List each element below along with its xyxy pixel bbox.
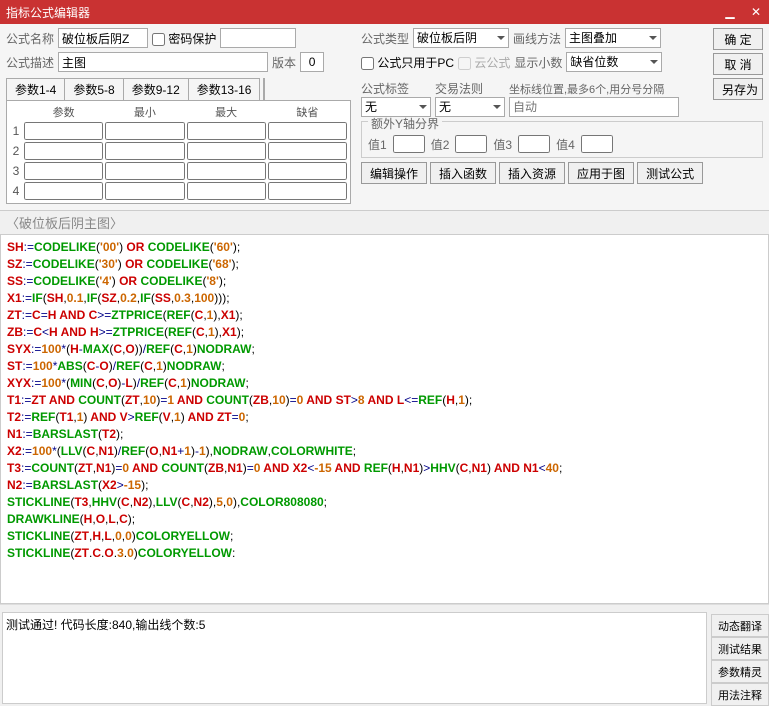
formula-desc-input[interactable] bbox=[58, 52, 268, 72]
y-value-1[interactable] bbox=[393, 135, 425, 153]
param-cell[interactable] bbox=[105, 162, 184, 180]
param-cell[interactable] bbox=[24, 162, 103, 180]
marker-pos-input[interactable] bbox=[509, 97, 679, 117]
test-formula-button[interactable]: 测试公式 bbox=[637, 162, 703, 184]
status-output: 测试通过! 代码长度:840,输出线个数:5 bbox=[2, 612, 707, 704]
label-extra-y: 额外Y轴分界 bbox=[368, 117, 442, 131]
param-cell[interactable] bbox=[24, 122, 103, 140]
label-formula-type: 公式类型 bbox=[361, 30, 409, 47]
y-value-3[interactable] bbox=[518, 135, 550, 153]
y-value-4[interactable] bbox=[581, 135, 613, 153]
label-show-decimal: 显示小数 bbox=[514, 54, 562, 71]
window-title: 指标公式编辑器 bbox=[6, 4, 90, 21]
tab-params-1-4[interactable]: 参数1-4 bbox=[6, 78, 65, 100]
param-cell[interactable] bbox=[187, 122, 266, 140]
param-cell[interactable] bbox=[187, 182, 266, 200]
label-formula-name: 公式名称 bbox=[6, 30, 54, 47]
extra-y-axis-group: 额外Y轴分界 值1 值2 值3 值4 bbox=[361, 121, 763, 158]
editor-header: 〈破位板后阴主图〉 bbox=[0, 211, 769, 234]
draw-method-select[interactable]: 主图叠加 bbox=[565, 28, 661, 48]
usage-note-button[interactable]: 用法注释 bbox=[711, 683, 769, 706]
tab-params-13-16[interactable]: 参数13-16 bbox=[188, 78, 261, 100]
formula-name-input[interactable] bbox=[58, 28, 148, 48]
param-cell[interactable] bbox=[187, 142, 266, 160]
cancel-button[interactable]: 取 消 bbox=[713, 53, 763, 75]
label-formula-desc: 公式描述 bbox=[6, 54, 54, 71]
password-protect-check[interactable]: 密码保护 bbox=[152, 30, 216, 47]
titlebar: 指标公式编辑器 ▁ ✕ bbox=[0, 0, 769, 24]
param-cell[interactable] bbox=[268, 142, 347, 160]
param-cell[interactable] bbox=[24, 142, 103, 160]
label-trade-rule: 交易法则 bbox=[435, 80, 505, 97]
param-cell[interactable] bbox=[268, 182, 347, 200]
param-wizard-button[interactable]: 参数精灵 bbox=[711, 660, 769, 683]
param-header: 参数 bbox=[23, 103, 104, 121]
formula-tag-select[interactable]: 无 bbox=[361, 97, 431, 117]
password-input[interactable] bbox=[220, 28, 296, 48]
formula-type-select[interactable]: 破位板后阴 bbox=[413, 28, 509, 48]
top-panel: 公式名称 密码保护 公式描述 版本 参数1-4 参数5-8 参数9-12 参数1… bbox=[0, 24, 769, 211]
tab-params-9-12[interactable]: 参数9-12 bbox=[123, 78, 189, 100]
pc-only-check[interactable]: 公式只用于PC bbox=[361, 54, 454, 71]
param-cell[interactable] bbox=[24, 182, 103, 200]
test-result-button[interactable]: 测试结果 bbox=[711, 637, 769, 660]
y-value-2[interactable] bbox=[455, 135, 487, 153]
tab-params-5-8[interactable]: 参数5-8 bbox=[64, 78, 123, 100]
param-cell[interactable] bbox=[268, 122, 347, 140]
dynamic-translate-button[interactable]: 动态翻译 bbox=[711, 614, 769, 637]
param-cell[interactable] bbox=[105, 182, 184, 200]
param-header: 最小 bbox=[104, 103, 185, 121]
param-cell[interactable] bbox=[105, 122, 184, 140]
param-cell[interactable] bbox=[268, 162, 347, 180]
param-cell[interactable] bbox=[105, 142, 184, 160]
cloud-formula-check: 云公式 bbox=[458, 54, 510, 71]
insert-func-button[interactable]: 插入函数 bbox=[430, 162, 496, 184]
show-decimal-select[interactable]: 缺省位数 bbox=[566, 52, 662, 72]
label-draw-method: 画线方法 bbox=[513, 30, 561, 47]
minimize-icon[interactable]: ▁ bbox=[723, 5, 737, 19]
trade-rule-select[interactable]: 无 bbox=[435, 97, 505, 117]
saveas-button[interactable]: 另存为 bbox=[713, 78, 763, 100]
label-formula-tag: 公式标签 bbox=[361, 80, 431, 97]
apply-chart-button[interactable]: 应用于图 bbox=[568, 162, 634, 184]
edit-op-button[interactable]: 编辑操作 bbox=[361, 162, 427, 184]
param-tabs: 参数1-4 参数5-8 参数9-12 参数13-16 bbox=[6, 78, 351, 100]
param-cell[interactable] bbox=[187, 162, 266, 180]
param-header: 缺省 bbox=[267, 103, 348, 121]
ok-button[interactable]: 确 定 bbox=[713, 28, 763, 50]
close-icon[interactable]: ✕ bbox=[749, 5, 763, 19]
label-version: 版本 bbox=[272, 54, 296, 71]
param-header: 最大 bbox=[186, 103, 267, 121]
version-input[interactable] bbox=[300, 52, 324, 72]
code-editor[interactable]: SH:=CODELIKE('00') OR CODELIKE('60'); SZ… bbox=[0, 234, 769, 604]
insert-res-button[interactable]: 插入资源 bbox=[499, 162, 565, 184]
param-grid: 参数 最小 最大 缺省 1 2 3 4 bbox=[6, 100, 351, 204]
